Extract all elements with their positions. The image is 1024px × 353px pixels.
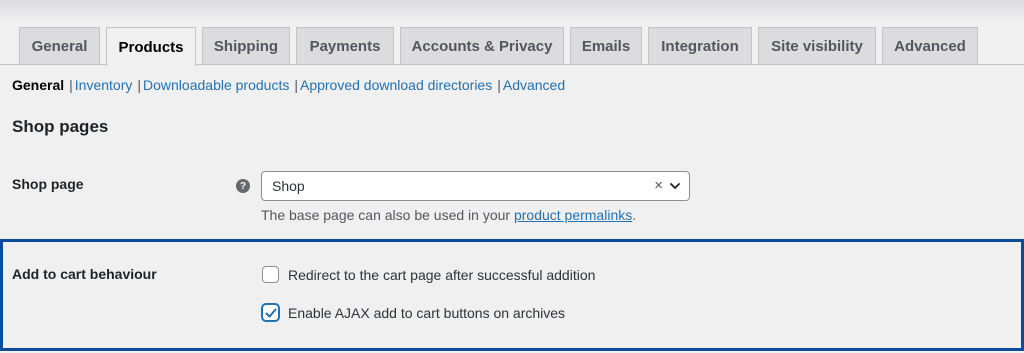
section-title: Shop pages	[12, 117, 109, 136]
ajax-add-to-cart-label: Enable AJAX add to cart buttons on archi…	[288, 304, 566, 321]
tab-payments[interactable]: Payments	[296, 27, 394, 65]
clear-icon[interactable]: ×	[654, 177, 663, 194]
sub-navigation: General | Inventory | Downloadable products |…	[12, 76, 565, 94]
ajax-add-to-cart-option[interactable]: Enable AJAX add to cart buttons on archi…	[262, 304, 565, 321]
subnav-link-inventory[interactable]: Inventory	[75, 77, 133, 93]
description-text: The base page can also be used in your	[261, 207, 514, 223]
subnav-current: General	[12, 77, 65, 93]
chevron-down-icon[interactable]	[669, 180, 681, 192]
settings-tab-bar: General Products Shipping Payments Accou…	[0, 0, 1024, 66]
tab-accounts-privacy[interactable]: Accounts & Privacy	[400, 27, 564, 65]
tab-integration[interactable]: Integration	[648, 27, 752, 65]
product-permalinks-link[interactable]: product permalinks	[514, 207, 632, 223]
tab-site-visibility[interactable]: Site visibility	[758, 27, 876, 65]
tab-general[interactable]: General	[19, 27, 100, 65]
redirect-to-cart-option[interactable]: Redirect to the cart page after successf…	[262, 266, 595, 283]
subnav-separator: |	[497, 77, 501, 93]
tab-products[interactable]: Products	[106, 27, 196, 66]
shop-page-select[interactable]: Shop ×	[261, 171, 690, 201]
subnav-separator: |	[69, 77, 73, 93]
add-to-cart-behaviour-label: Add to cart behaviour	[12, 266, 157, 282]
tab-shipping[interactable]: Shipping	[202, 27, 290, 65]
tab-emails[interactable]: Emails	[570, 27, 642, 65]
description-suffix: .	[632, 207, 637, 223]
checkmark-icon	[265, 308, 276, 317]
subnav-link-downloadable-products[interactable]: Downloadable products	[143, 77, 289, 93]
shop-page-label: Shop page	[12, 176, 84, 192]
highlight-box	[0, 239, 1024, 351]
subnav-link-advanced[interactable]: Advanced	[503, 77, 565, 93]
subnav-link-approved-download-directories[interactable]: Approved download directories	[300, 77, 492, 93]
subnav-separator: |	[137, 77, 142, 93]
subnav-separator: |	[294, 77, 298, 93]
tab-advanced[interactable]: Advanced	[882, 27, 978, 65]
ajax-add-to-cart-checkbox[interactable]	[262, 304, 279, 321]
redirect-to-cart-checkbox[interactable]	[262, 266, 279, 283]
shop-page-select-value: Shop	[272, 178, 305, 194]
redirect-to-cart-label: Redirect to the cart page after successf…	[288, 266, 596, 283]
help-icon[interactable]: ?	[236, 179, 250, 193]
shop-page-description: The base page can also be used in your p…	[261, 207, 636, 223]
